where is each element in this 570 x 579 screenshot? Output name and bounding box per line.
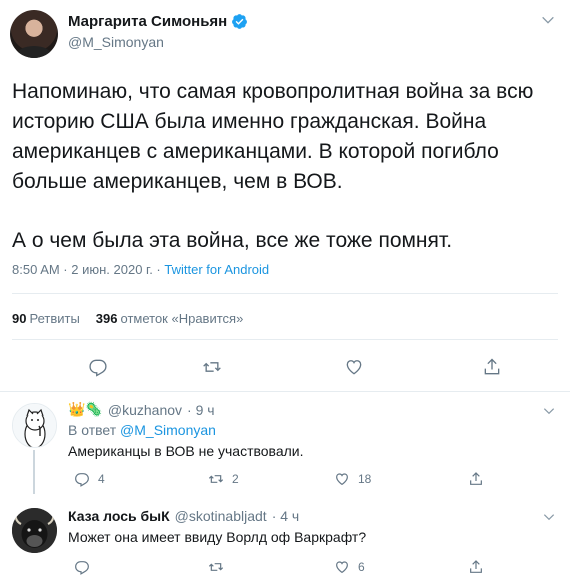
- reply-text: Американцы в ВОВ не участвовали.: [68, 443, 304, 459]
- share-icon[interactable]: [468, 559, 484, 575]
- reply-handle[interactable]: @kuzhanov: [108, 402, 182, 418]
- share-action[interactable]: [468, 559, 484, 575]
- reply-tweet-1[interactable]: 👑🦠 @kuzhanov · 9 ч В ответ @M_Simonyan А…: [0, 392, 570, 494]
- reply-icon[interactable]: [74, 471, 90, 487]
- like-count: 6: [358, 560, 365, 574]
- heart-icon[interactable]: [334, 559, 350, 575]
- like-action[interactable]: 18: [334, 471, 371, 487]
- author-avatar[interactable]: [10, 10, 58, 58]
- reply-avatar[interactable]: [12, 508, 57, 553]
- tweet-source-app[interactable]: Twitter for Android: [164, 262, 269, 277]
- retweet-icon[interactable]: [208, 559, 224, 575]
- retweet-icon[interactable]: [202, 357, 222, 377]
- chevron-down-icon[interactable]: [542, 510, 556, 524]
- reply-action[interactable]: [74, 559, 90, 575]
- tweet-paragraph-1: Напоминаю, что самая кровопролитная войн…: [12, 80, 534, 193]
- retweet-action[interactable]: [208, 559, 224, 575]
- reply-icon[interactable]: [74, 559, 90, 575]
- retweet-count: 2: [232, 472, 239, 486]
- tweet-meta: 8:50 AM · 2 июн. 2020 г. · Twitter for A…: [12, 262, 269, 277]
- tweet-body: Напоминаю, что самая кровопролитная войн…: [12, 77, 562, 256]
- share-icon[interactable]: [468, 471, 484, 487]
- author-name-row: Маргарита Симоньян: [68, 13, 248, 30]
- reply-action[interactable]: 4: [74, 471, 105, 487]
- heart-icon[interactable]: [344, 357, 364, 377]
- reply-handle[interactable]: @skotinabljadt: [175, 508, 267, 524]
- share-action[interactable]: [468, 471, 484, 487]
- reply-time[interactable]: · 4 ч: [272, 508, 300, 524]
- retweets-stat[interactable]: 90 Ретвиты: [12, 311, 80, 326]
- chevron-down-icon[interactable]: [540, 12, 556, 28]
- verified-badge-icon: [232, 14, 248, 29]
- chevron-down-icon[interactable]: [542, 404, 556, 418]
- reply-to-mention[interactable]: @M_Simonyan: [120, 422, 216, 438]
- tweet-stats: 90 Ретвиты 396 отметок «Нравится»: [12, 311, 243, 326]
- retweet-action[interactable]: 2: [208, 471, 239, 487]
- share-icon[interactable]: [482, 357, 502, 377]
- reply-count: 4: [98, 472, 105, 486]
- retweet-icon[interactable]: [208, 471, 224, 487]
- tweet-paragraph-2: А о чем была эта война, все же тоже помн…: [12, 229, 453, 252]
- author-name[interactable]: Маргарита Симоньян: [68, 13, 227, 30]
- like-action[interactable]: 6: [334, 559, 365, 575]
- reply-avatar[interactable]: [12, 403, 57, 448]
- reply-time[interactable]: · 9 ч: [187, 402, 215, 418]
- reply-actions: 6: [0, 559, 570, 577]
- cat-avatar-icon: [13, 404, 56, 447]
- emoji-prefix: 👑🦠: [68, 401, 103, 417]
- like-count: 18: [358, 472, 372, 486]
- bull-avatar-icon: [12, 508, 57, 553]
- author-handle[interactable]: @M_Simonyan: [68, 34, 164, 50]
- reply-text: Может она имеет ввиду Ворлд оф Варкрафт?: [68, 529, 367, 545]
- likes-stat[interactable]: 396 отметок «Нравится»: [96, 311, 244, 326]
- reply-header: Каза лось быК @skotinabljadt · 4 ч: [68, 508, 299, 524]
- reply-tweet-2[interactable]: Каза лось быК @skotinabljadt · 4 ч Может…: [0, 494, 570, 579]
- reply-to-line: В ответ @M_Simonyan: [68, 422, 216, 438]
- tweet-actions: [0, 357, 570, 377]
- heart-icon[interactable]: [334, 471, 350, 487]
- tweet-timestamp[interactable]: 8:50 AM · 2 июн. 2020 г. ·: [12, 262, 164, 277]
- divider: [12, 339, 558, 340]
- reply-icon[interactable]: [88, 357, 108, 377]
- divider: [12, 293, 558, 294]
- reply-header: 👑🦠 @kuzhanov · 9 ч: [68, 401, 215, 418]
- reply-author-name[interactable]: Каза лось быК: [68, 508, 170, 524]
- reply-actions: 4 2 18: [0, 471, 570, 489]
